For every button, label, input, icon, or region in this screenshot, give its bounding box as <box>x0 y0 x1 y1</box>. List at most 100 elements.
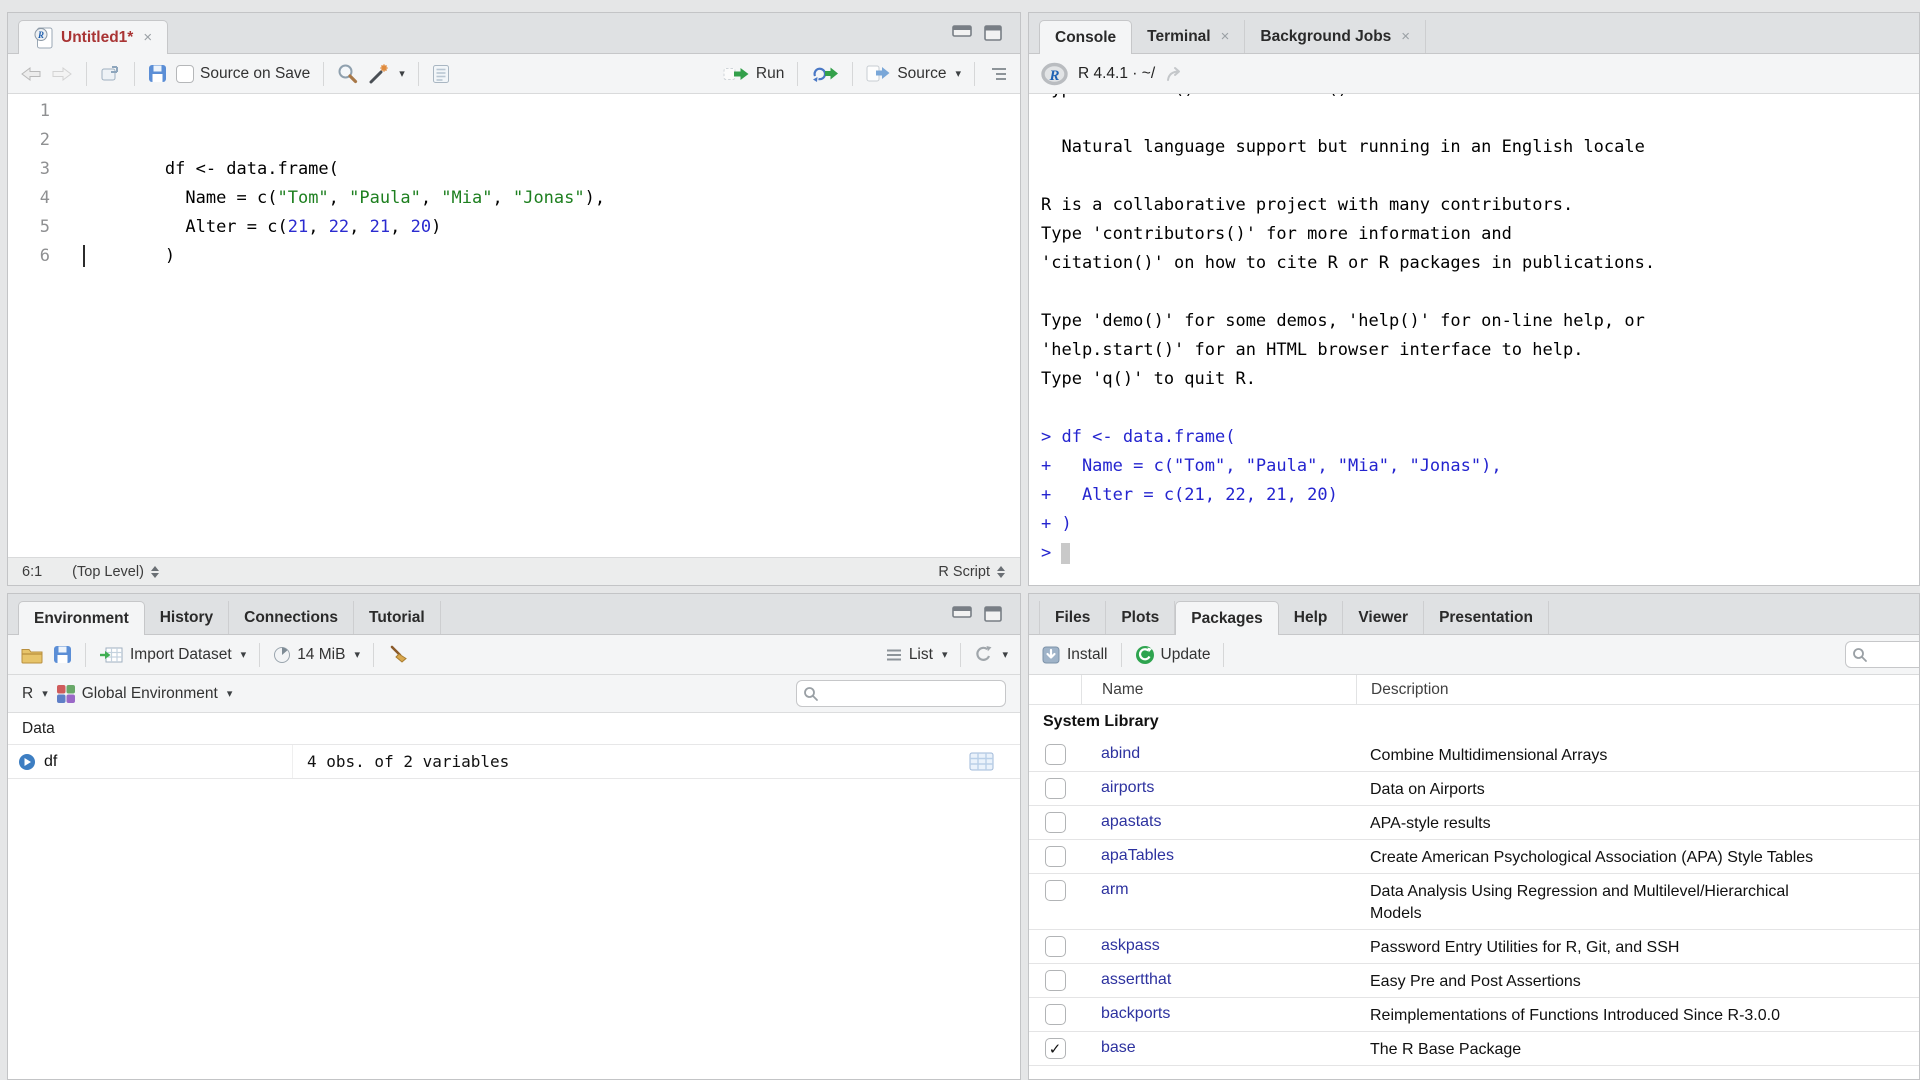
close-icon[interactable]: × <box>1221 28 1230 45</box>
console-prompt-row[interactable]: > <box>1041 539 1919 568</box>
scope-selector[interactable]: (Top Level) <box>72 564 160 580</box>
package-link[interactable]: backports <box>1101 1005 1170 1022</box>
tab-background-jobs[interactable]: Background Jobs × <box>1245 20 1426 53</box>
tab-environment[interactable]: Environment <box>18 601 145 635</box>
environment-search[interactable] <box>796 680 1006 707</box>
column-header-description[interactable]: Description <box>1356 675 1919 704</box>
maximize-pane-icon[interactable] <box>984 606 1002 622</box>
forward-icon[interactable] <box>51 65 73 83</box>
environment-search-input[interactable] <box>824 686 999 702</box>
package-row[interactable]: arm Data Analysis Using Regression and M… <box>1029 874 1919 930</box>
compile-report-icon[interactable] <box>432 64 450 84</box>
package-row[interactable]: airports Data on Airports <box>1029 772 1919 806</box>
package-row[interactable]: apaTables Create American Psychological … <box>1029 840 1919 874</box>
package-link[interactable]: assertthat <box>1101 971 1171 988</box>
environment-selector[interactable]: Global Environment ▾ <box>56 684 233 704</box>
update-button[interactable]: Update <box>1135 645 1211 665</box>
column-header-name[interactable]: Name <box>1081 675 1356 704</box>
tab-plots[interactable]: Plots <box>1106 601 1175 634</box>
tab-viewer[interactable]: Viewer <box>1343 601 1424 634</box>
packages-toolbar: Install Update <box>1029 635 1919 675</box>
load-workspace-icon[interactable] <box>20 646 44 664</box>
code-area[interactable]: df <- data.frame( Name = c("Tom", "Paula… <box>64 94 1020 557</box>
code-editor[interactable]: 123456 df <- data.frame( Name = c("Tom",… <box>8 94 1020 557</box>
console-output[interactable]: Type 'license()' or 'licence()' for dist… <box>1029 94 1919 585</box>
library-group-header: System Library <box>1029 705 1919 738</box>
package-link[interactable]: arm <box>1101 881 1129 898</box>
save-workspace-icon[interactable] <box>53 645 72 664</box>
console-line <box>1041 104 1919 133</box>
tab-history[interactable]: History <box>145 601 229 634</box>
tab-files[interactable]: Files <box>1039 601 1106 634</box>
language-selector[interactable]: R ▾ <box>22 685 48 703</box>
environment-object-list: Data df 4 obs. of 2 variables <box>8 713 1020 1079</box>
rerun-icon[interactable] <box>811 65 839 82</box>
update-label: Update <box>1161 646 1211 664</box>
tab-connections[interactable]: Connections <box>229 601 354 634</box>
run-button[interactable]: Run <box>723 65 784 83</box>
package-link[interactable]: apastats <box>1101 813 1161 830</box>
open-in-new-window-icon[interactable] <box>100 64 121 83</box>
close-icon[interactable]: × <box>143 29 152 46</box>
expand-object-icon <box>18 753 36 771</box>
package-row[interactable]: askpass Password Entry Utilities for R, … <box>1029 930 1919 964</box>
console-line: > df <- data.frame( <box>1041 423 1919 452</box>
import-dataset-button[interactable]: Import Dataset ▾ <box>99 646 246 664</box>
close-icon[interactable]: × <box>1401 28 1410 45</box>
package-row[interactable]: backports Reimplementations of Functions… <box>1029 998 1919 1032</box>
packages-search[interactable] <box>1845 641 1920 668</box>
package-loaded-checkbox[interactable] <box>1045 1038 1066 1059</box>
source-on-save-checkbox[interactable] <box>176 65 194 83</box>
text-cursor <box>83 245 85 267</box>
package-link[interactable]: airports <box>1101 779 1154 796</box>
open-console-new-window-icon[interactable] <box>1165 66 1185 82</box>
tab-terminal[interactable]: Terminal × <box>1132 20 1245 53</box>
source-on-save-toggle[interactable]: Source on Save <box>176 65 310 83</box>
package-link[interactable]: base <box>1101 1039 1136 1056</box>
clear-objects-icon[interactable] <box>387 644 410 666</box>
list-view-button[interactable]: List ▾ <box>885 646 948 664</box>
tab-packages[interactable]: Packages <box>1175 601 1279 635</box>
install-button[interactable]: Install <box>1041 645 1108 665</box>
package-loaded-checkbox[interactable] <box>1045 744 1066 765</box>
save-icon[interactable] <box>148 64 167 83</box>
package-row[interactable]: base The R Base Package <box>1029 1032 1919 1066</box>
find-replace-icon[interactable] <box>337 63 358 84</box>
environment-object-row[interactable]: df 4 obs. of 2 variables <box>8 744 1020 779</box>
code-token: "Mia" <box>441 188 492 208</box>
packages-search-input[interactable] <box>1873 647 1920 663</box>
minimize-pane-icon[interactable] <box>952 606 972 622</box>
line-number: 4 <box>8 184 50 213</box>
package-row[interactable]: abind Combine Multidimensional Arrays <box>1029 738 1919 772</box>
filetype-selector[interactable]: R Script <box>938 564 1006 580</box>
environment-pane: Environment History Connections Tutorial… <box>7 593 1021 1080</box>
package-loaded-checkbox[interactable] <box>1045 970 1066 991</box>
minimize-pane-icon[interactable] <box>952 25 972 41</box>
tab-untitled1[interactable]: R Untitled1* × <box>18 20 168 54</box>
package-row[interactable]: assertthat Easy Pre and Post Assertions <box>1029 964 1919 998</box>
tab-tutorial[interactable]: Tutorial <box>354 601 441 634</box>
maximize-pane-icon[interactable] <box>984 25 1002 41</box>
source-button[interactable]: Source ▾ <box>866 65 961 83</box>
package-loaded-checkbox[interactable] <box>1045 880 1066 901</box>
package-loaded-checkbox[interactable] <box>1045 936 1066 957</box>
package-loaded-checkbox[interactable] <box>1045 778 1066 799</box>
line-number: 1 <box>8 97 50 126</box>
package-loaded-checkbox[interactable] <box>1045 1004 1066 1025</box>
package-link[interactable]: abind <box>1101 745 1140 762</box>
memory-usage-button[interactable]: 14 MiB ▾ <box>273 646 360 664</box>
tab-console[interactable]: Console <box>1039 20 1132 54</box>
console-line: Natural language support but running in … <box>1041 133 1919 162</box>
tab-help[interactable]: Help <box>1279 601 1344 634</box>
document-outline-icon[interactable] <box>988 66 1008 82</box>
package-loaded-checkbox[interactable] <box>1045 812 1066 833</box>
package-link[interactable]: apaTables <box>1101 847 1174 864</box>
package-row[interactable]: apastats APA-style results <box>1029 806 1919 840</box>
package-link[interactable]: askpass <box>1101 937 1160 954</box>
tab-presentation[interactable]: Presentation <box>1424 601 1549 634</box>
refresh-button[interactable]: ▾ <box>974 645 1008 664</box>
back-icon[interactable] <box>20 65 42 83</box>
package-loaded-checkbox[interactable] <box>1045 846 1066 867</box>
code-tools-button[interactable]: ▾ <box>367 63 405 85</box>
view-data-icon[interactable] <box>969 752 994 771</box>
